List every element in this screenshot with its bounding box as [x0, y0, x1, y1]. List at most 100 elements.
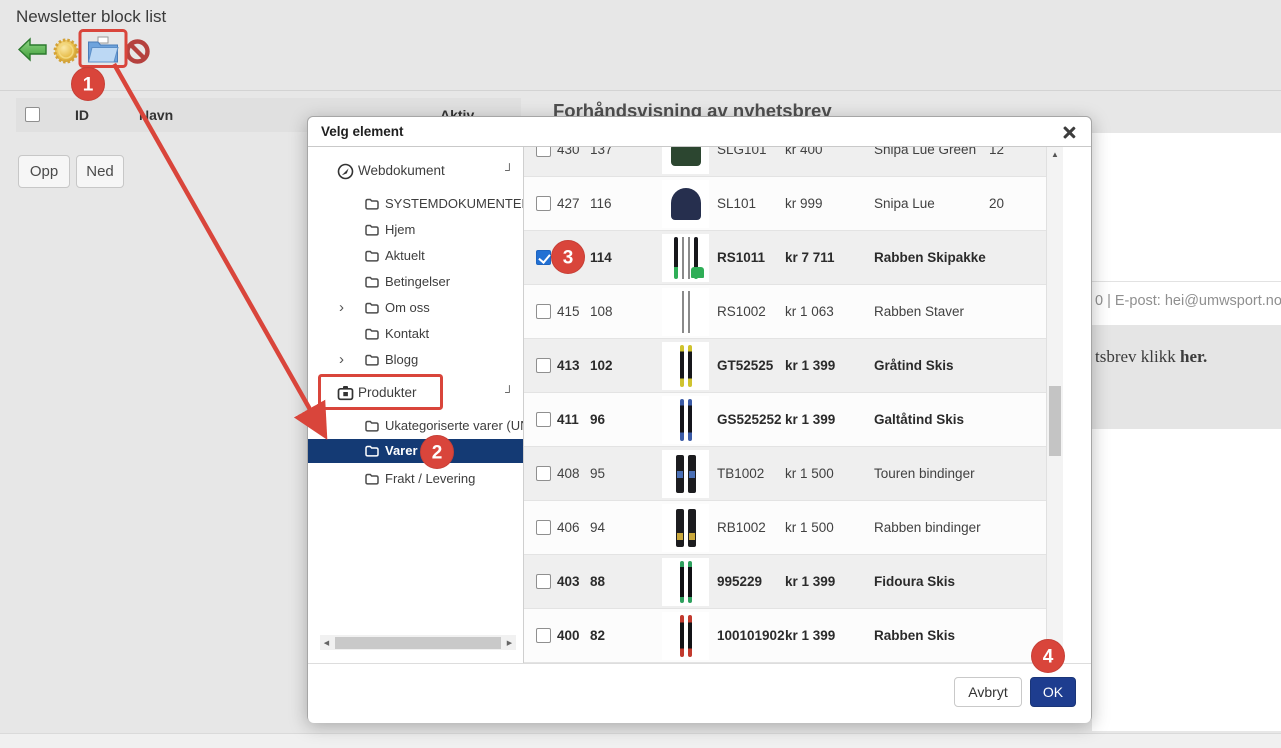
table-row[interactable]: 400 82 100101902 kr 1 399 Rabben Skis — [524, 609, 1046, 663]
table-row[interactable]: 415 108 RS1002 kr 1 063 Rabben Staver — [524, 285, 1046, 339]
folder-icon — [365, 250, 379, 265]
row-id: 403 — [557, 555, 580, 608]
scrollbar-thumb[interactable] — [335, 637, 501, 649]
scroll-right-icon[interactable]: ▶ — [503, 635, 516, 650]
product-name: Snipa Lue Green — [874, 147, 976, 176]
product-id: 82 — [590, 609, 605, 662]
product-price: kr 1 500 — [785, 501, 834, 554]
tree-item-label: Produkter — [358, 381, 417, 405]
product-sku: RB1002 — [717, 501, 766, 554]
table-row[interactable]: 411 96 GS525252 kr 1 399 Galtåtind Skis — [524, 393, 1046, 447]
tree-item-varer[interactable]: Varer — [308, 439, 523, 463]
preview-link-text: tsbrev klikk her. — [1095, 347, 1207, 367]
product-price: kr 1 399 — [785, 339, 835, 392]
product-price: kr 400 — [785, 147, 823, 176]
folder-icon — [365, 276, 379, 291]
product-id: 102 — [590, 339, 613, 392]
tree-item-hjem[interactable]: Hjem — [308, 218, 523, 242]
product-image — [662, 450, 709, 498]
column-name: Navn — [139, 98, 173, 132]
table-row[interactable]: 406 94 RB1002 kr 1 500 Rabben bindinger — [524, 501, 1046, 555]
cancel-button[interactable]: Avbryt — [954, 677, 1022, 707]
enter-corner-icon: ┘ — [505, 159, 514, 181]
link-fragment: tsbrev klikk — [1095, 347, 1180, 366]
table-row[interactable]: 403 88 995229 kr 1 399 Fidoura Skis — [524, 555, 1046, 609]
tree-item-webdokument[interactable]: Webdokument ┘ — [308, 159, 523, 183]
row-checkbox[interactable] — [536, 304, 551, 319]
move-down-button[interactable]: Ned — [76, 155, 124, 188]
row-checkbox[interactable] — [536, 412, 551, 427]
row-checkbox[interactable] — [536, 358, 551, 373]
product-image — [662, 147, 709, 174]
products-icon — [337, 385, 354, 404]
row-id: 406 — [557, 501, 580, 554]
block-icon[interactable] — [124, 38, 151, 70]
close-icon[interactable] — [1061, 125, 1076, 140]
expand-chevron-icon[interactable]: › — [339, 296, 344, 320]
row-checkbox[interactable] — [536, 466, 551, 481]
product-name: Gråtind Skis — [874, 339, 954, 392]
table-row[interactable]: 427 116 SL101 kr 999 Snipa Lue 20 — [524, 177, 1046, 231]
table-row[interactable]: 408 95 TB1002 kr 1 500 Touren bindinger — [524, 447, 1046, 501]
tree-item-om-oss[interactable]: › Om oss — [308, 296, 523, 320]
tree-item-kontakt[interactable]: Kontakt — [308, 322, 523, 346]
product-sku: RS1002 — [717, 285, 766, 338]
product-image — [662, 234, 709, 282]
select-element-dialog: Velg element Webdokument ┘ SYSTEMDOKUMEN… — [307, 116, 1092, 722]
tree-item-label: Aktuelt — [385, 244, 425, 268]
tree-item-systemdokumenter[interactable]: SYSTEMDOKUMENTER — [308, 192, 523, 216]
tree-item-aktuelt[interactable]: Aktuelt — [308, 244, 523, 268]
scroll-left-icon[interactable]: ◀ — [320, 635, 333, 650]
product-price: kr 1 399 — [785, 555, 835, 608]
here-link[interactable]: her. — [1180, 347, 1207, 366]
tree-item-betingelser[interactable]: Betingelser — [308, 270, 523, 294]
product-price: kr 1 500 — [785, 447, 834, 500]
product-qty: 12 — [989, 147, 1004, 176]
folder-icon — [365, 420, 379, 435]
dialog-footer: Avbryt OK — [308, 663, 1091, 723]
product-sku: 100101902 — [717, 609, 785, 662]
folder-icon — [365, 354, 379, 369]
select-all-checkbox[interactable] — [25, 107, 40, 122]
product-vertical-scrollbar[interactable]: ▲ — [1046, 147, 1063, 663]
product-price: kr 1 399 — [785, 393, 835, 446]
row-checkbox[interactable] — [536, 520, 551, 535]
product-name: Rabben Skis — [874, 609, 955, 662]
tree-item-label: Varer — [385, 439, 418, 463]
scroll-up-icon[interactable]: ▲ — [1047, 150, 1063, 159]
tree-item-frakt-levering[interactable]: Frakt / Levering — [308, 467, 523, 491]
ok-button[interactable]: OK — [1030, 677, 1076, 707]
product-name: Snipa Lue — [874, 177, 935, 230]
tree-item-produkter[interactable]: Produkter ┘ — [308, 381, 523, 405]
row-checkbox[interactable] — [536, 574, 551, 589]
row-checkbox[interactable] — [536, 250, 551, 265]
product-sku: TB1002 — [717, 447, 764, 500]
scrollbar-thumb[interactable] — [1049, 386, 1061, 456]
back-arrow-icon[interactable] — [17, 36, 48, 68]
dialog-title: Velg element — [321, 117, 404, 147]
step-badge-1 — [72, 68, 105, 101]
tree-item-ukategoriserte-varer[interactable]: Ukategoriserte varer (UNI V3 — [308, 414, 523, 438]
product-price: kr 7 711 — [785, 231, 835, 284]
product-image — [662, 288, 709, 336]
product-price: kr 1 063 — [785, 285, 834, 338]
tree-horizontal-scrollbar[interactable]: ◀ ▶ — [320, 635, 516, 650]
table-row[interactable]: 430 137 SLG101 kr 400 Snipa Lue Green 12 — [524, 147, 1046, 177]
product-price: kr 999 — [785, 177, 823, 230]
gold-seal-icon[interactable] — [52, 37, 80, 70]
preview-gray-block — [1092, 325, 1281, 429]
tree-item-label: Betingelser — [385, 270, 450, 294]
table-row-selected[interactable]: 114 RS1011 kr 7 711 Rabben Skipakke — [524, 231, 1046, 285]
open-folder-icon[interactable] — [85, 34, 121, 71]
step-number: 1 — [83, 75, 94, 96]
row-checkbox[interactable] — [536, 147, 551, 157]
move-up-button[interactable]: Opp — [18, 155, 70, 188]
row-checkbox[interactable] — [536, 196, 551, 211]
webdocument-icon — [337, 163, 354, 183]
row-checkbox[interactable] — [536, 628, 551, 643]
product-id: 116 — [590, 177, 612, 230]
table-row[interactable]: 413 102 GT52525 kr 1 399 Gråtind Skis — [524, 339, 1046, 393]
tree-item-blogg[interactable]: › Blogg — [308, 348, 523, 372]
expand-chevron-icon[interactable]: › — [339, 348, 344, 372]
tree-item-label: Frakt / Levering — [385, 467, 475, 491]
